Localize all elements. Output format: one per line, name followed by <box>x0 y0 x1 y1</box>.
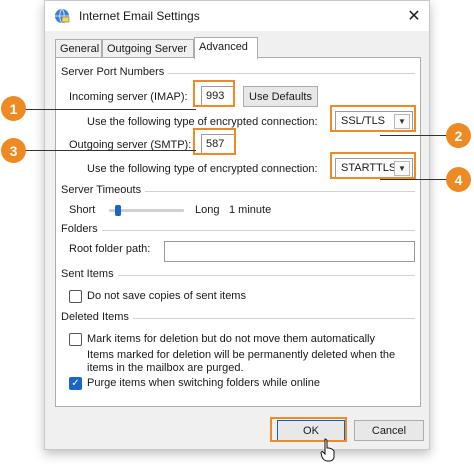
mark-for-deletion-checkbox[interactable] <box>69 333 82 346</box>
title-bar: Internet Email Settings ✕ <box>45 1 429 31</box>
tab-advanced-label: Advanced <box>199 41 248 53</box>
tab-advanced[interactable]: Advanced <box>194 37 258 59</box>
chevron-down-icon: ▼ <box>394 114 410 129</box>
callout-3-line <box>24 150 196 151</box>
purge-items-label: Purge items when switching folders while… <box>87 377 320 389</box>
window-title: Internet Email Settings <box>79 9 200 23</box>
timeouts-group-label: Server Timeouts <box>61 184 146 196</box>
incoming-port-input[interactable]: 993 <box>201 86 234 107</box>
callout-4-badge: 4 <box>446 167 471 192</box>
root-folder-label: Root folder path: <box>69 243 151 255</box>
timeout-slider-thumb[interactable] <box>115 205 121 216</box>
internet-email-settings-dialog: Internet Email Settings ✕ General Outgoi… <box>44 0 430 450</box>
tab-general-label: General <box>60 43 100 55</box>
do-not-save-label: Do not save copies of sent items <box>87 290 246 302</box>
use-defaults-button[interactable]: Use Defaults <box>243 86 318 107</box>
timeout-short-label: Short <box>69 204 96 216</box>
incoming-encryption-select[interactable]: SSL/TLS ▼ <box>335 111 413 132</box>
chevron-down-icon: ▼ <box>394 161 410 176</box>
close-button[interactable]: ✕ <box>401 3 427 29</box>
server-ports-group-label: Server Port Numbers <box>61 66 169 78</box>
callout-1-line <box>24 109 196 110</box>
timeout-long-label: Long <box>195 204 220 216</box>
root-folder-input[interactable] <box>164 241 415 262</box>
deleted-items-group-label: Deleted Items <box>61 311 133 323</box>
tab-outgoing-server-label: Outgoing Server <box>107 43 188 55</box>
timeout-value: 1 minute <box>229 204 272 216</box>
folders-divider <box>61 230 415 231</box>
folders-group-label: Folders <box>61 223 102 235</box>
outgoing-encryption-label: Use the following type of encrypted conn… <box>87 163 318 175</box>
tab-outgoing-server[interactable]: Outgoing Server <box>102 39 194 58</box>
incoming-encryption-value: SSL/TLS <box>341 115 386 127</box>
outgoing-encryption-value: STARTTLS <box>341 162 397 174</box>
incoming-encryption-label: Use the following type of encrypted conn… <box>87 116 318 128</box>
mark-for-deletion-label: Mark items for deletion but do not move … <box>87 333 375 345</box>
purge-items-checkbox[interactable]: ✓ <box>69 377 82 390</box>
sent-items-group-label: Sent Items <box>61 268 118 280</box>
callout-3-badge: 3 <box>1 138 26 163</box>
do-not-save-checkbox[interactable] <box>69 290 82 303</box>
incoming-server-label: Incoming server (IMAP): <box>69 91 188 103</box>
deletion-note: Items marked for deletion will be perman… <box>87 349 396 374</box>
globe-mail-icon <box>55 8 70 24</box>
close-icon: ✕ <box>407 8 421 25</box>
callout-1-badge: 1 <box>1 96 26 121</box>
cancel-button[interactable]: Cancel <box>354 420 424 441</box>
callout-2-badge: 2 <box>446 123 471 148</box>
hand-cursor-icon <box>320 438 335 462</box>
tab-general[interactable]: General <box>55 39 102 58</box>
outgoing-encryption-select[interactable]: STARTTLS ▼ <box>335 158 413 179</box>
outgoing-port-input[interactable]: 587 <box>201 134 235 155</box>
